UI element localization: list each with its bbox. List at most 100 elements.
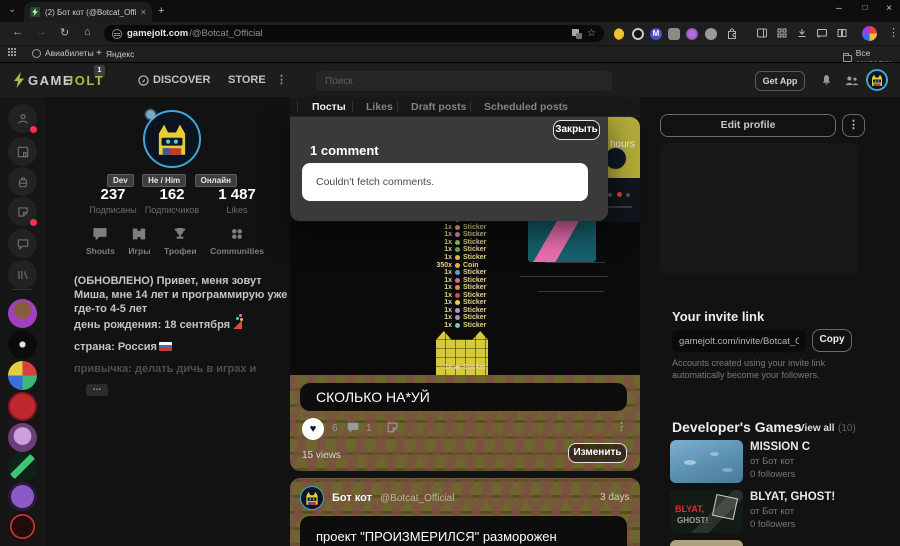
bookmark-aviabilety[interactable]: Авиабилеты [32,48,94,58]
browser-tab[interactable]: (2) Бот кот (@Botcat_Official) × [24,2,152,22]
window-close-button[interactable]: × [882,3,896,14]
edit-post-button[interactable]: Изменить [568,443,627,463]
tab-likes[interactable]: Likes [366,101,393,113]
nav-store[interactable]: STORE [228,74,266,86]
nav-more-icon[interactable]: ⋮ [276,73,287,86]
tab-scheduled-posts[interactable]: Scheduled posts [484,101,568,113]
get-app-button[interactable]: Get App [755,71,805,91]
game-thumbnail[interactable] [670,540,743,546]
followed-avatar[interactable] [8,361,37,390]
window-minimize-button[interactable]: – [832,3,846,14]
sticker-placard-icon[interactable] [386,421,399,434]
like-button[interactable]: ♥ [302,418,324,440]
post-card[interactable]: Бот кот @Botcat_Official 3 days проект "… [290,478,640,546]
games-shortcut[interactable]: Игры [128,226,150,256]
game-title[interactable]: BLYAT, GHOST! [750,491,835,503]
invite-link-input[interactable] [672,330,806,352]
tab-search-chevron-icon[interactable]: ⌄ [8,4,16,15]
browser-menu-icon[interactable]: ⋮ [888,26,899,39]
comment-icon[interactable] [346,421,360,434]
apps-grid-icon[interactable] [8,48,16,56]
site-info-icon[interactable] [112,28,122,39]
download-icon[interactable] [796,27,808,39]
russia-flag-emoji [158,342,172,351]
nav-discover[interactable]: DISCOVER [153,74,210,86]
followed-avatar[interactable] [8,330,37,359]
new-tab-button[interactable]: + [158,5,164,17]
game-thumbnail[interactable]: BLYAT, GHOST! [670,490,743,533]
cast-icon[interactable] [816,27,828,39]
reward-row: 1x Sticker [430,307,486,315]
reward-row: 350x Coin [430,261,486,269]
extension-camera-icon[interactable] [632,28,644,40]
embed-dot [608,193,612,197]
address-bar[interactable]: gamejolt.com /@Botcat_Official ☆ [104,25,604,42]
reward-row: 1x Sticker [430,231,486,239]
followed-avatar[interactable] [8,423,37,452]
view-all-link[interactable]: View all [798,423,835,434]
game-thumbnail[interactable] [670,440,743,483]
post-author-avatar[interactable] [300,486,324,510]
bookmark-yandex[interactable]: + Яндекс [96,48,134,59]
search-input[interactable] [316,71,612,91]
followed-avatar[interactable] [8,299,37,328]
post-author-name[interactable]: Бот кот [332,492,372,504]
stat-likes[interactable]: 1 487 Likes [197,186,277,215]
followed-avatar[interactable] [8,482,37,511]
followed-avatar[interactable] [8,452,37,481]
followed-avatar[interactable] [8,512,37,541]
window-maximize-button[interactable]: □ [858,3,872,12]
extensions-puzzle-icon[interactable] [726,27,738,39]
backpack-rail-icon[interactable] [8,167,37,196]
embed-bar [604,206,632,208]
forward-icon[interactable]: → [36,26,47,38]
qr-grid-icon[interactable] [776,27,788,39]
modal-title: 1 comment [310,143,379,158]
browser-profile-avatar[interactable] [862,26,877,41]
post-options-icon[interactable]: ⋮ [616,420,627,433]
screen: ⌄ (2) Бот кот (@Botcat_Official) × + – □… [0,0,900,546]
reward-row: 1x Sticker [430,364,486,372]
profile-rail-icon[interactable] [8,104,37,133]
gamejolt-favicon-icon [30,7,40,17]
user-avatar[interactable] [866,69,888,91]
like-count: 6 [332,423,338,434]
shop-rail-icon[interactable] [8,137,37,166]
home-icon[interactable]: ⌂ [84,26,91,38]
side-panel-icon[interactable] [756,27,768,39]
bookmark-star-icon[interactable]: ☆ [587,28,596,39]
messages-rail-icon[interactable] [8,229,37,258]
friends-icon[interactable] [844,74,860,87]
reload-icon[interactable]: ↻ [60,26,69,39]
tab-draft-posts[interactable]: Draft posts [411,101,466,113]
edit-profile-button[interactable]: Edit profile [660,114,836,137]
extension-circle-icon[interactable] [705,28,717,40]
bio-expand-button[interactable]: ... [86,383,108,396]
tab-close-icon[interactable]: × [141,7,146,17]
profile-options-icon[interactable]: ⋮ [842,114,865,137]
notifications-bell-icon[interactable] [820,73,833,87]
bio-country: страна: Россия [74,340,290,354]
extension-crescent-icon[interactable] [614,28,626,40]
reward-emoji-icon [455,224,460,230]
modal-close-button[interactable]: Закрыть [553,120,600,140]
reward-qty: 1x [444,299,452,307]
copy-button[interactable]: Copy [812,329,852,352]
game-title[interactable]: MISSION C [750,441,810,453]
library-rail-icon[interactable] [8,260,37,289]
extension-face-icon[interactable] [668,28,680,40]
reading-list-icon[interactable] [836,27,848,39]
followed-avatar[interactable] [8,392,37,421]
back-icon[interactable]: ← [12,26,23,38]
communities-shortcut[interactable]: Communities [210,226,264,256]
tab-posts[interactable]: Посты [312,101,346,113]
trophies-shortcut[interactable]: Трофеи [164,226,197,256]
reward-qty: 350x [436,261,452,269]
translate-icon[interactable] [572,28,583,39]
shouts-shortcut[interactable]: Shouts [86,226,115,256]
extension-swirl-icon[interactable] [686,28,698,40]
stickers-rail-icon[interactable] [8,197,37,226]
extension-m-icon[interactable]: M [650,28,662,40]
post-author-handle[interactable]: @Botcat_Official [380,493,454,504]
reward-qty: 1x [444,284,452,292]
